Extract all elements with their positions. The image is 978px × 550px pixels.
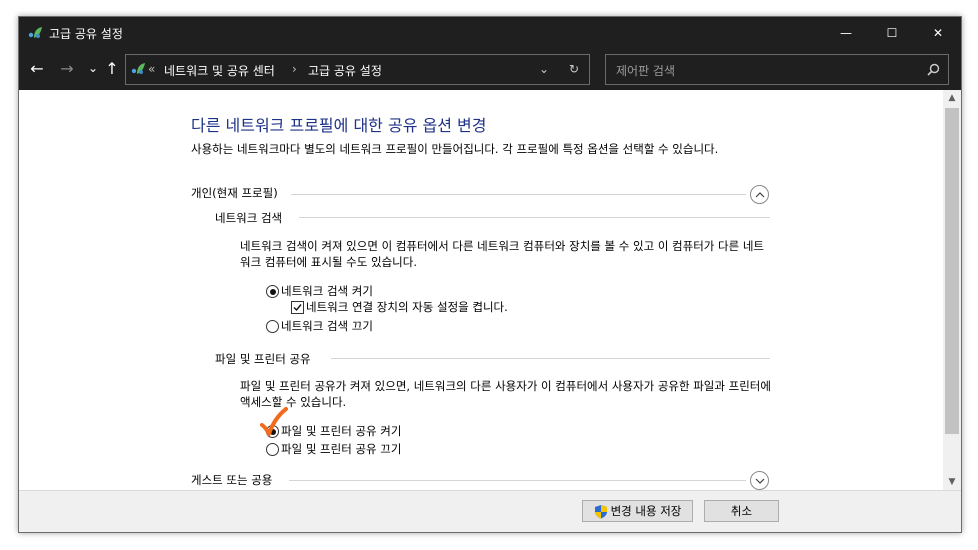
maximize-button[interactable]: ☐ xyxy=(869,17,915,48)
search-input[interactable]: 제어판 검색 xyxy=(616,62,675,79)
chevron-up-icon xyxy=(755,191,764,197)
scroll-down-arrow-icon[interactable]: ▼ xyxy=(943,474,961,490)
file-printer-sharing-label: 파일 및 프린터 공유 xyxy=(215,352,311,366)
network-discovery-off-radio[interactable] xyxy=(266,320,279,333)
scrollbar-thumb[interactable] xyxy=(945,108,959,434)
scroll-up-arrow-icon[interactable]: ▲ xyxy=(943,90,961,106)
collapse-private-button[interactable] xyxy=(750,185,769,204)
advanced-sharing-window: 고급 공유 설정 — ☐ ✕ ← → ⌄ ↑ « 네트워크 및 공유 센터 › … xyxy=(18,16,962,533)
expand-guest-button[interactable] xyxy=(750,471,769,490)
navigation-bar: ← → ⌄ ↑ « 네트워크 및 공유 센터 › 고급 공유 설정 ⌄ ↻ 제어… xyxy=(19,48,961,90)
breadcrumb-network-sharing-center[interactable]: 네트워크 및 공유 센터 xyxy=(164,62,275,79)
search-icon[interactable] xyxy=(927,63,940,76)
settings-content: 다른 네트워크 프로필에 대한 공유 옵션 변경 사용하는 네트워크마다 별도의… xyxy=(19,90,943,490)
network-discovery-label: 네트워크 검색 xyxy=(215,211,283,225)
auto-setup-label[interactable]: 네트워크 연결 장치의 자동 설정을 켭니다. xyxy=(306,299,508,315)
uac-shield-icon xyxy=(594,504,607,518)
private-profile-label[interactable]: 개인(현재 프로필) xyxy=(191,185,278,201)
vertical-scrollbar[interactable]: ▲ ▼ xyxy=(943,90,961,490)
guest-public-profile-label[interactable]: 게스트 또는 공용 xyxy=(191,472,272,488)
section-divider xyxy=(291,194,746,195)
network-icon xyxy=(28,27,42,38)
file-printer-sharing-description: 파일 및 프린터 공유가 켜져 있으면, 네트워크의 다른 사용자가 이 컴퓨터… xyxy=(240,379,771,409)
minimize-button[interactable]: — xyxy=(823,17,869,48)
network-discovery-description: 네트워크 검색이 켜져 있으면 이 컴퓨터에서 다른 네트워크 컴퓨터와 장치를… xyxy=(240,239,765,269)
recent-locations-button[interactable]: ⌄ xyxy=(83,58,103,78)
auto-setup-checkbox[interactable] xyxy=(291,301,304,314)
checkmark-icon xyxy=(293,304,302,312)
file-printer-off-label[interactable]: 파일 및 프린터 공유 끄기 xyxy=(281,441,401,457)
annotation-checkmark-icon xyxy=(260,407,288,436)
file-printer-off-radio[interactable] xyxy=(266,443,279,456)
chevron-down-icon xyxy=(755,478,764,484)
title-bar: 고급 공유 설정 — ☐ ✕ xyxy=(19,17,961,48)
search-box[interactable]: 제어판 검색 xyxy=(605,54,949,85)
page-title: 다른 네트워크 프로필에 대한 공유 옵션 변경 xyxy=(191,116,487,135)
up-button[interactable]: ↑ xyxy=(102,58,122,78)
action-footer: 변경 내용 저장 취소 xyxy=(19,490,961,532)
section-divider xyxy=(299,217,770,218)
breadcrumb-overflow[interactable]: « xyxy=(148,62,155,76)
section-divider xyxy=(331,358,770,359)
refresh-button[interactable]: ↻ xyxy=(569,62,579,76)
back-button[interactable]: ← xyxy=(27,58,47,78)
breadcrumb-current[interactable]: 고급 공유 설정 xyxy=(308,62,382,79)
network-discovery-on-label[interactable]: 네트워크 검색 켜기 xyxy=(281,283,373,299)
network-discovery-on-radio[interactable] xyxy=(266,285,279,298)
address-dropdown-button[interactable]: ⌄ xyxy=(539,62,549,76)
network-discovery-off-label[interactable]: 네트워크 검색 끄기 xyxy=(281,318,373,334)
forward-button[interactable]: → xyxy=(57,58,77,78)
file-printer-on-label[interactable]: 파일 및 프린터 공유 켜기 xyxy=(281,423,401,439)
section-divider xyxy=(289,480,746,481)
breadcrumb-separator: › xyxy=(292,62,297,76)
window-title: 고급 공유 설정 xyxy=(49,27,123,41)
page-description: 사용하는 네트워크마다 별도의 네트워크 프로필이 만들어집니다. 각 프로필에… xyxy=(191,142,719,156)
save-changes-label: 변경 내용 저장 xyxy=(610,504,682,518)
address-bar[interactable]: « 네트워크 및 공유 센터 › 고급 공유 설정 ⌄ ↻ xyxy=(125,54,590,85)
close-button[interactable]: ✕ xyxy=(915,17,961,48)
save-changes-button[interactable]: 변경 내용 저장 xyxy=(582,500,693,522)
cancel-button[interactable]: 취소 xyxy=(704,500,779,522)
network-icon xyxy=(131,63,145,74)
